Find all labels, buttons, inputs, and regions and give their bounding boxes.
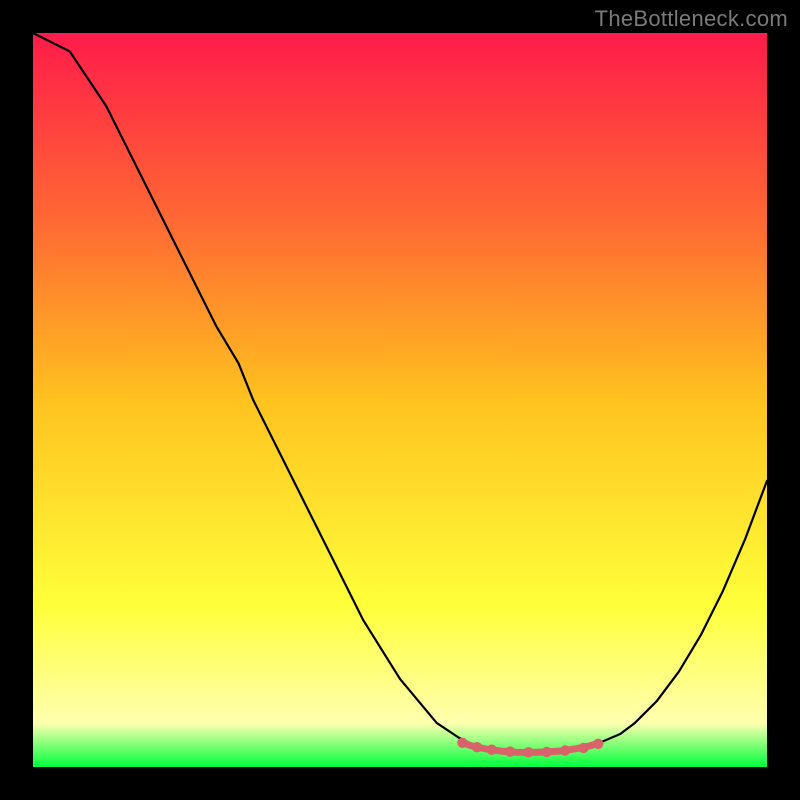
sweet-spot-dot xyxy=(542,747,552,757)
sweet-spot-dot xyxy=(472,742,482,752)
sweet-spot-dot xyxy=(578,743,588,753)
sweet-spot-dot xyxy=(487,745,497,755)
chart-plot-area xyxy=(33,33,767,767)
watermark-text: TheBottleneck.com xyxy=(595,6,788,32)
sweet-spot-dot xyxy=(457,738,467,748)
sweet-spot-dot xyxy=(560,745,570,755)
bottleneck-curve-line xyxy=(33,33,767,752)
sweet-spot-dots xyxy=(457,738,603,758)
sweet-spot-dot xyxy=(523,747,533,757)
sweet-spot-dot xyxy=(505,746,515,756)
chart-svg xyxy=(33,33,767,767)
sweet-spot-dot xyxy=(593,739,603,749)
